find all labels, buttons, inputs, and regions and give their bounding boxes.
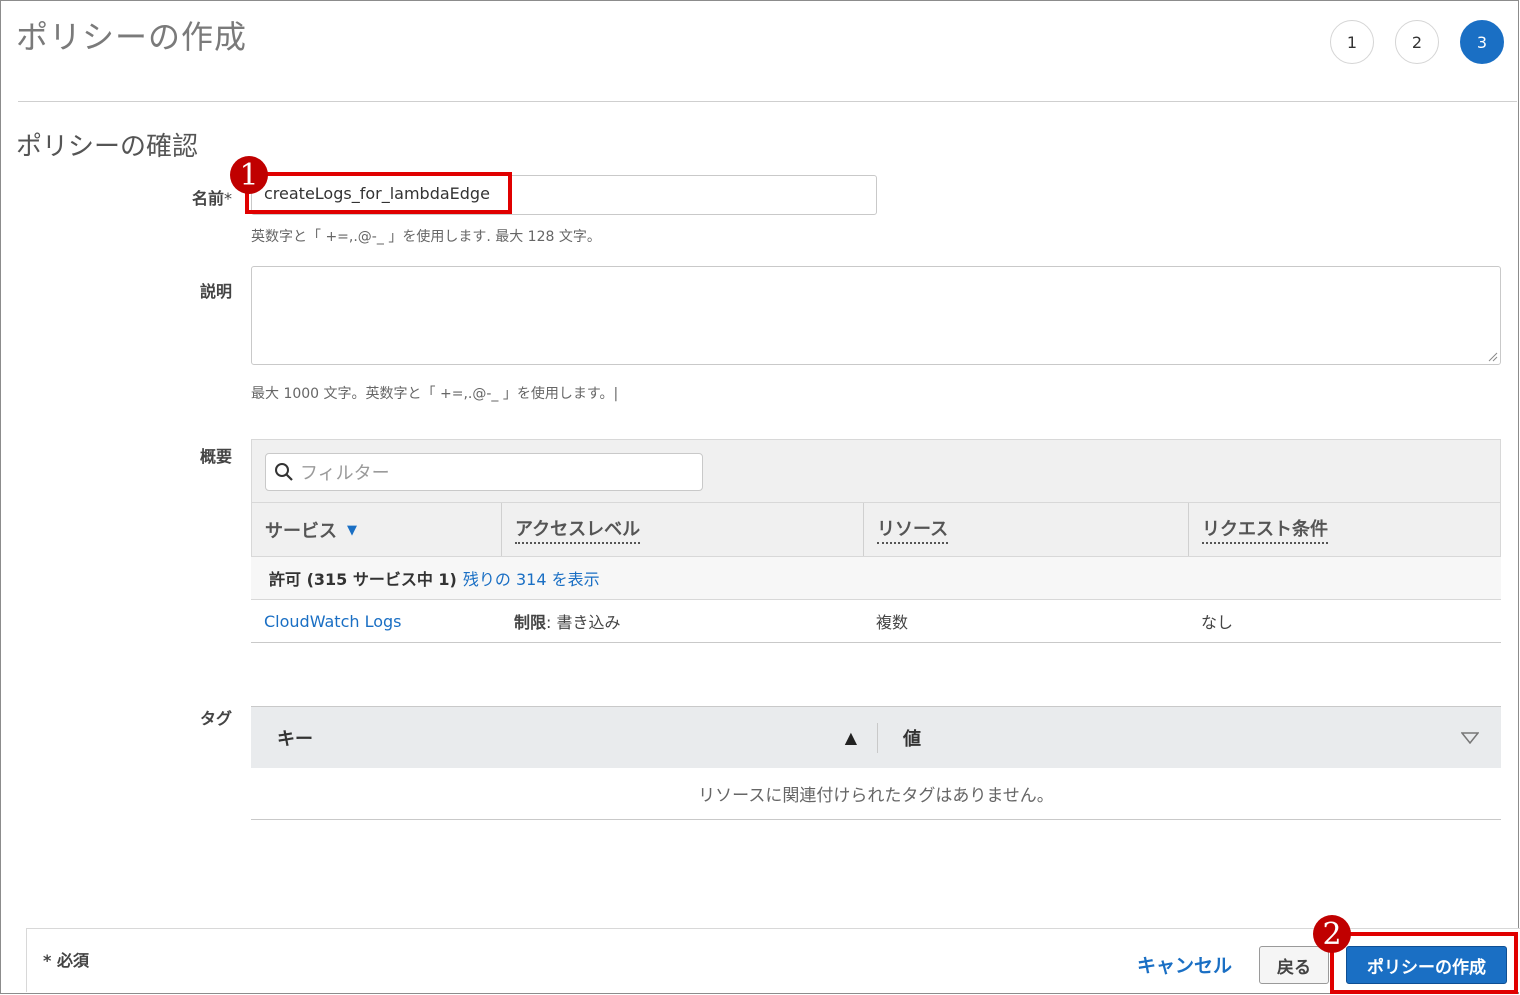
sort-down-outline-icon <box>1461 731 1479 744</box>
required-mark: * <box>224 189 232 208</box>
column-service[interactable]: サービス ▼ <box>252 503 502 556</box>
description-textarea[interactable] <box>251 266 1501 365</box>
sort-down-icon: ▼ <box>347 523 357 538</box>
summary-label: 概要 <box>199 447 232 466</box>
tags-table: キー ▲ 値 リソースに関連付けられたタグはありません。 <box>251 706 1501 820</box>
create-policy-button[interactable]: ポリシーの作成 <box>1346 946 1507 984</box>
table-row: CloudWatch Logs 制限: 書き込み 複数 なし <box>251 600 1501 643</box>
sort-up-icon: ▲ <box>844 728 857 747</box>
step-3[interactable]: 3 <box>1460 20 1504 64</box>
column-resource[interactable]: リソース <box>864 503 1189 556</box>
name-hint: 英数字と「 +=,.@-_ 」を使用します. 最大 128 文字。 <box>251 229 601 245</box>
description-hint: 最大 1000 文字。英数字と「 +=,.@-_ 」を使用します。| <box>251 386 619 402</box>
tag-value-column[interactable]: 値 <box>878 707 1501 768</box>
filter-placeholder: フィルター <box>300 463 390 484</box>
access-level-value: 制限 <box>514 613 547 632</box>
show-remaining-link[interactable]: 残りの 314 を表示 <box>463 566 600 590</box>
tags-empty-message: リソースに関連付けられたタグはありません。 <box>251 768 1501 820</box>
back-button[interactable]: 戻る <box>1259 946 1329 984</box>
annotation-badge-1: 1 <box>230 156 268 194</box>
footer-bar: * 必須 キャンセル 戻る ポリシーの作成 <box>26 928 1520 992</box>
step-1[interactable]: 1 <box>1330 20 1374 64</box>
column-access-level[interactable]: アクセスレベル <box>502 503 864 556</box>
summary-header: サービス ▼ アクセスレベル リソース リクエスト条件 <box>251 503 1501 557</box>
title-divider <box>18 101 1517 102</box>
allow-group-label: 許可 (315 サービス中 1) <box>269 570 457 589</box>
page-title: ポリシーの作成 <box>16 18 248 56</box>
step-2[interactable]: 2 <box>1395 20 1439 64</box>
tags-header: キー ▲ 値 <box>251 706 1501 768</box>
filter-input[interactable]: フィルター <box>265 453 703 491</box>
section-title: ポリシーの確認 <box>16 132 199 162</box>
summary-toolbar: フィルター <box>251 439 1501 503</box>
wizard-steps: 1 2 3 <box>1330 20 1504 64</box>
search-icon <box>275 463 293 481</box>
name-label: 名前* <box>191 189 232 208</box>
annotation-badge-2: 2 <box>1313 915 1351 953</box>
cancel-button[interactable]: キャンセル <box>1137 951 1232 978</box>
condition-value: なし <box>1201 613 1234 632</box>
resize-grip-icon[interactable] <box>1488 352 1498 362</box>
description-label: 説明 <box>199 282 232 301</box>
tag-key-column[interactable]: キー ▲ <box>251 707 877 768</box>
policy-name-input[interactable]: createLogs_for_lambdaEdge <box>251 175 877 215</box>
service-link[interactable]: CloudWatch Logs <box>264 612 402 631</box>
column-request-condition[interactable]: リクエスト条件 <box>1189 503 1500 556</box>
tags-label: タグ <box>199 709 232 728</box>
required-note: * 必須 <box>43 951 89 970</box>
summary-table: フィルター サービス ▼ アクセスレベル リソース リクエスト条件 許可 (31… <box>251 439 1501 643</box>
summary-group-row: 許可 (315 サービス中 1) 残りの 314 を表示 <box>251 557 1501 600</box>
resource-value: 複数 <box>876 613 909 632</box>
access-level-detail: : 書き込み <box>546 613 621 632</box>
